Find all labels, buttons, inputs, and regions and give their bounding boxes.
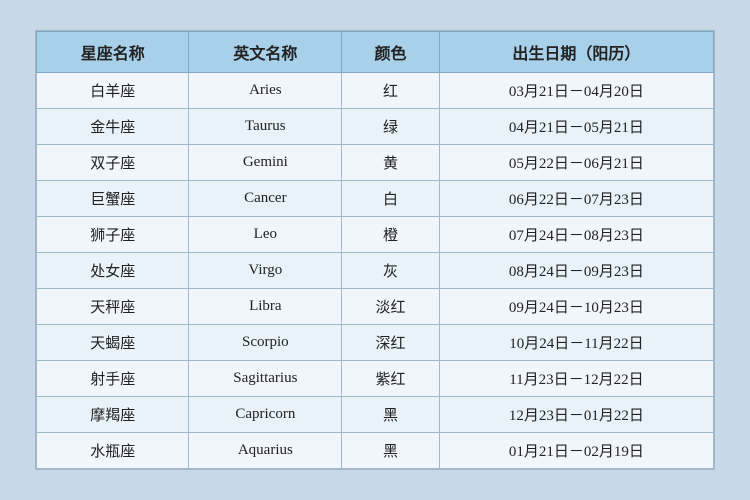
cell-color: 黑	[342, 397, 440, 433]
cell-chinese: 水瓶座	[37, 433, 189, 469]
table-body: 白羊座Aries红03月21日－04月20日金牛座Taurus绿04月21日－0…	[37, 73, 714, 469]
cell-english: Scorpio	[189, 325, 342, 361]
cell-english: Aquarius	[189, 433, 342, 469]
cell-chinese: 处女座	[37, 253, 189, 289]
cell-chinese: 白羊座	[37, 73, 189, 109]
table-row: 摩羯座Capricorn黑12月23日－01月22日	[37, 397, 714, 433]
table-row: 白羊座Aries红03月21日－04月20日	[37, 73, 714, 109]
table-row: 巨蟹座Cancer白06月22日－07月23日	[37, 181, 714, 217]
cell-color: 淡红	[342, 289, 440, 325]
cell-chinese: 射手座	[37, 361, 189, 397]
table-row: 双子座Gemini黄05月22日－06月21日	[37, 145, 714, 181]
cell-english: Gemini	[189, 145, 342, 181]
cell-color: 紫红	[342, 361, 440, 397]
col-header-english: 英文名称	[189, 32, 342, 73]
cell-dates: 08月24日－09月23日	[439, 253, 713, 289]
cell-english: Libra	[189, 289, 342, 325]
cell-english: Taurus	[189, 109, 342, 145]
cell-english: Aries	[189, 73, 342, 109]
cell-dates: 04月21日－05月21日	[439, 109, 713, 145]
cell-english: Leo	[189, 217, 342, 253]
cell-color: 橙	[342, 217, 440, 253]
cell-english: Capricorn	[189, 397, 342, 433]
table-header-row: 星座名称 英文名称 颜色 出生日期（阳历）	[37, 32, 714, 73]
cell-color: 黑	[342, 433, 440, 469]
cell-color: 红	[342, 73, 440, 109]
col-header-color: 颜色	[342, 32, 440, 73]
table-row: 射手座Sagittarius紫红11月23日－12月22日	[37, 361, 714, 397]
table-row: 狮子座Leo橙07月24日－08月23日	[37, 217, 714, 253]
cell-dates: 07月24日－08月23日	[439, 217, 713, 253]
cell-chinese: 巨蟹座	[37, 181, 189, 217]
zodiac-table-container: 星座名称 英文名称 颜色 出生日期（阳历） 白羊座Aries红03月21日－04…	[35, 30, 715, 470]
cell-chinese: 天秤座	[37, 289, 189, 325]
cell-chinese: 金牛座	[37, 109, 189, 145]
table-row: 金牛座Taurus绿04月21日－05月21日	[37, 109, 714, 145]
cell-color: 深红	[342, 325, 440, 361]
cell-dates: 11月23日－12月22日	[439, 361, 713, 397]
zodiac-table: 星座名称 英文名称 颜色 出生日期（阳历） 白羊座Aries红03月21日－04…	[36, 31, 714, 469]
cell-english: Virgo	[189, 253, 342, 289]
cell-dates: 10月24日－11月22日	[439, 325, 713, 361]
col-header-chinese: 星座名称	[37, 32, 189, 73]
cell-dates: 09月24日－10月23日	[439, 289, 713, 325]
cell-dates: 05月22日－06月21日	[439, 145, 713, 181]
table-row: 天蝎座Scorpio深红10月24日－11月22日	[37, 325, 714, 361]
cell-english: Sagittarius	[189, 361, 342, 397]
cell-chinese: 摩羯座	[37, 397, 189, 433]
cell-color: 绿	[342, 109, 440, 145]
cell-dates: 03月21日－04月20日	[439, 73, 713, 109]
table-row: 水瓶座Aquarius黑01月21日－02月19日	[37, 433, 714, 469]
cell-dates: 06月22日－07月23日	[439, 181, 713, 217]
cell-dates: 12月23日－01月22日	[439, 397, 713, 433]
table-row: 处女座Virgo灰08月24日－09月23日	[37, 253, 714, 289]
cell-chinese: 狮子座	[37, 217, 189, 253]
cell-chinese: 双子座	[37, 145, 189, 181]
cell-color: 白	[342, 181, 440, 217]
col-header-dates: 出生日期（阳历）	[439, 32, 713, 73]
table-row: 天秤座Libra淡红09月24日－10月23日	[37, 289, 714, 325]
cell-color: 黄	[342, 145, 440, 181]
cell-color: 灰	[342, 253, 440, 289]
cell-dates: 01月21日－02月19日	[439, 433, 713, 469]
cell-chinese: 天蝎座	[37, 325, 189, 361]
cell-english: Cancer	[189, 181, 342, 217]
